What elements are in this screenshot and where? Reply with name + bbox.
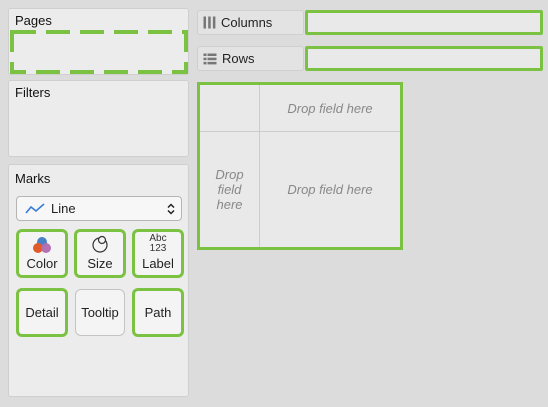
drop-zone-main-text: Drop field here <box>287 182 373 197</box>
rows-label: Rows <box>222 51 255 66</box>
up-down-chevron-icon <box>167 202 175 215</box>
size-label: Size <box>87 256 113 271</box>
mark-type-value: Line <box>51 201 76 216</box>
label-icon: Abc 123 <box>149 234 166 254</box>
drop-zone-left-text-1: Drop <box>215 167 244 182</box>
drop-zone-left-text-3: here <box>216 197 243 212</box>
path-label: Path <box>144 305 172 320</box>
columns-shelf-drop-zone[interactable] <box>305 10 543 35</box>
rows-icon <box>203 53 217 65</box>
filters-title: Filters <box>15 85 51 100</box>
columns-label: Columns <box>221 15 273 30</box>
path-button[interactable]: Path <box>132 288 184 337</box>
view-drop-area: Drop field here Drop field here Drop fie… <box>197 82 403 250</box>
pages-title: Pages <box>15 13 52 28</box>
tooltip-label: Tooltip <box>81 305 119 320</box>
drop-zone-main[interactable]: Drop field here <box>260 132 400 247</box>
detail-button[interactable]: Detail <box>16 288 68 337</box>
mark-type-dropdown[interactable]: Line <box>16 196 182 221</box>
rows-shelf-drop-zone[interactable] <box>305 46 543 71</box>
color-icon <box>32 236 52 254</box>
drop-zone-left[interactable]: Drop field here <box>200 132 259 247</box>
line-chart-icon <box>25 202 45 215</box>
size-button[interactable]: Size <box>74 229 126 278</box>
columns-icon <box>203 16 216 29</box>
pages-drop-zone[interactable] <box>10 30 188 74</box>
drop-zone-top[interactable]: Drop field here <box>260 85 400 131</box>
columns-shelf-label: Columns <box>197 10 304 35</box>
drop-zone-top-text: Drop field here <box>287 100 373 116</box>
size-icon <box>90 235 110 253</box>
filters-card[interactable]: Filters <box>8 80 189 157</box>
tooltip-button[interactable]: Tooltip <box>75 289 125 336</box>
color-button[interactable]: Color <box>16 229 68 278</box>
label-button[interactable]: Abc 123 Label <box>132 229 184 278</box>
color-label: Color <box>26 256 58 271</box>
detail-label: Detail <box>25 305 59 320</box>
drop-zone-left-text-2: field <box>217 182 242 197</box>
label-label: Label <box>142 256 174 271</box>
marks-title: Marks <box>15 171 51 186</box>
rows-shelf-label: Rows <box>197 46 304 71</box>
label-icon-bottom-text: 123 <box>149 243 167 254</box>
